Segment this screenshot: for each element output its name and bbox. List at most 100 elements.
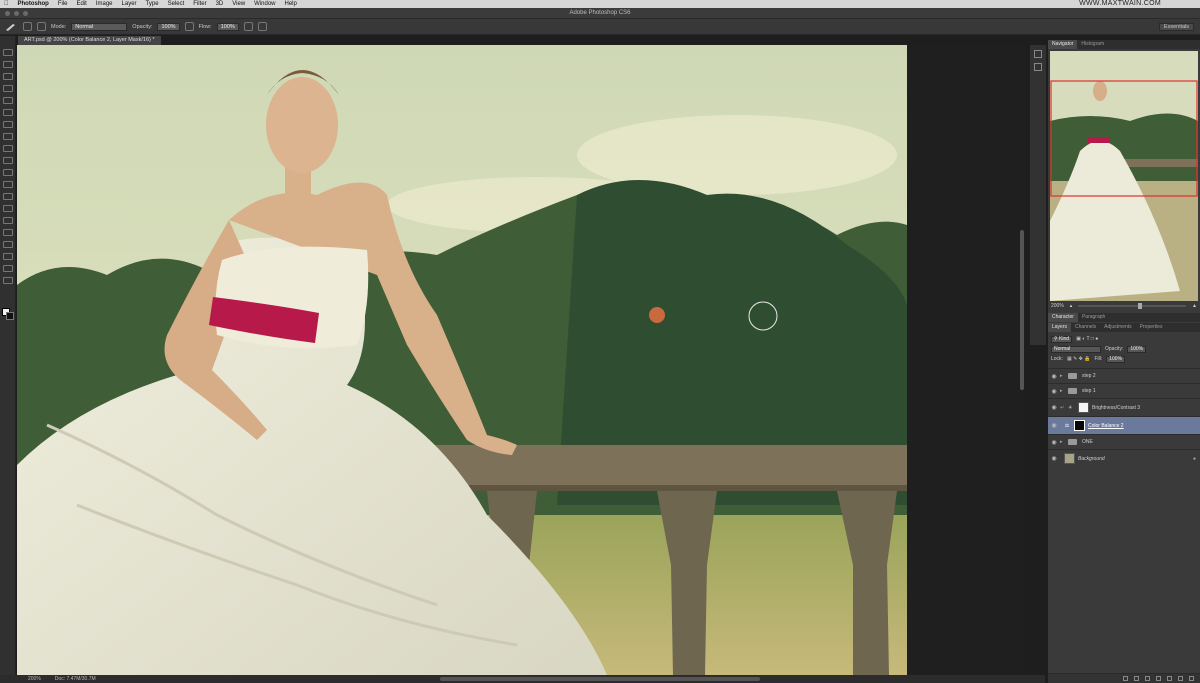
layer-style-icon[interactable] (1134, 676, 1139, 681)
visibility-eye-icon[interactable]: ◉ (1048, 455, 1060, 462)
add-mask-icon[interactable] (1145, 676, 1150, 681)
lasso-tool-icon[interactable] (2, 73, 13, 80)
mode-select[interactable]: Normal (71, 22, 128, 31)
document-canvas[interactable] (17, 45, 907, 675)
layer-row-brightness-contrast[interactable]: ◉ ↵ ☀ Brightness/Contrast 3 (1048, 398, 1200, 416)
menu-view[interactable]: View (232, 1, 245, 7)
folder-icon (1068, 388, 1077, 394)
navigator-preview[interactable] (1050, 51, 1198, 301)
healing-tool-icon[interactable] (2, 121, 13, 128)
flow-field[interactable]: 100% (216, 22, 239, 31)
link-layers-icon[interactable] (1123, 676, 1128, 681)
menu-window[interactable]: Window (254, 1, 275, 7)
expand-arrow-icon[interactable]: ▸ (1060, 439, 1068, 445)
history-brush-tool-icon[interactable] (2, 157, 13, 164)
tab-histogram[interactable]: Histogram (1077, 40, 1108, 49)
layer-row-background[interactable]: ◉ Background ● (1048, 449, 1200, 467)
marquee-tool-icon[interactable] (2, 61, 13, 68)
gradient-tool-icon[interactable] (2, 181, 13, 188)
layer-row-color-balance[interactable]: ◉ ⚖ Color Balance 2 (1048, 416, 1200, 434)
eyedropper-tool-icon[interactable] (2, 109, 13, 116)
layer-row-step-2[interactable]: ◉ ▸ step 2 (1048, 368, 1200, 383)
airbrush-icon[interactable] (243, 22, 253, 31)
status-zoom[interactable]: 200% (28, 676, 41, 682)
crop-tool-icon[interactable] (2, 97, 13, 104)
zoom-in-icon[interactable]: ▲ (1192, 303, 1197, 309)
eraser-tool-icon[interactable] (2, 169, 13, 176)
vertical-scrollbar[interactable] (1020, 230, 1024, 390)
status-doc-size[interactable]: Doc: 7.47M/30.7M (55, 676, 96, 682)
quick-select-tool-icon[interactable] (2, 85, 13, 92)
menu-help[interactable]: Help (285, 1, 297, 7)
pressure-opacity-icon[interactable] (184, 22, 194, 31)
visibility-eye-icon[interactable]: ◉ (1048, 388, 1060, 395)
navigator-zoom-value[interactable]: 200% (1051, 303, 1064, 309)
menu-edit[interactable]: Edit (77, 1, 87, 7)
tab-channels[interactable]: Channels (1071, 323, 1100, 332)
document-tab[interactable]: ART.psd @ 200% (Color Balance 2, Layer M… (18, 36, 161, 45)
brush-preset-picker[interactable] (23, 22, 32, 31)
tab-layers[interactable]: Layers (1048, 323, 1072, 332)
move-tool-icon[interactable] (2, 49, 13, 56)
brush-panel-toggle-icon[interactable] (37, 22, 46, 31)
menu-layer[interactable]: Layer (122, 1, 137, 7)
pressure-size-icon[interactable] (257, 22, 267, 31)
menu-app-name[interactable]: Photoshop (18, 1, 49, 7)
apple-icon[interactable]:  (4, 1, 9, 7)
blur-tool-icon[interactable] (2, 193, 13, 200)
navigator-zoom-slider[interactable] (1078, 303, 1187, 309)
layer-opacity-field[interactable]: 100% (1127, 345, 1147, 353)
menu-type[interactable]: Type (146, 1, 159, 7)
layer-name: Background (1078, 455, 1105, 462)
tab-navigator[interactable]: Navigator (1048, 40, 1078, 49)
layer-mask-thumbnail[interactable] (1078, 402, 1089, 413)
fill-field[interactable]: 100% (1106, 355, 1126, 363)
type-tool-icon[interactable] (2, 229, 13, 236)
new-layer-icon[interactable] (1178, 676, 1183, 681)
zoom-tool-icon[interactable] (2, 277, 13, 284)
menu-filter[interactable]: Filter (193, 1, 206, 7)
tab-character[interactable]: Character (1048, 313, 1078, 322)
zoom-out-icon[interactable]: ▴ (1070, 303, 1073, 309)
opacity-field[interactable]: 100% (157, 22, 180, 31)
tab-paragraph[interactable]: Paragraph (1078, 313, 1109, 322)
history-panel-icon[interactable] (1034, 50, 1042, 58)
new-adjustment-icon[interactable] (1156, 676, 1161, 681)
workspace-switcher[interactable]: Essentials (1158, 23, 1194, 31)
brightness-adjustment-icon: ☀ (1068, 404, 1073, 411)
tab-properties[interactable]: Properties (1136, 323, 1167, 332)
menu-image[interactable]: Image (96, 1, 113, 7)
brush-tool-icon[interactable] (2, 133, 13, 140)
menu-file[interactable]: File (58, 1, 68, 7)
dodge-tool-icon[interactable] (2, 205, 13, 212)
layer-thumbnail (1064, 453, 1075, 464)
menu-3d[interactable]: 3D (216, 1, 224, 7)
layer-row-one[interactable]: ◉ ▸ ONE (1048, 434, 1200, 449)
menu-select[interactable]: Select (168, 1, 185, 7)
layer-filter-kind[interactable]: ⚲ Kind (1051, 335, 1073, 343)
delete-layer-icon[interactable] (1189, 676, 1194, 681)
folder-icon (1068, 373, 1077, 379)
pen-tool-icon[interactable] (2, 217, 13, 224)
visibility-eye-icon[interactable]: ◉ (1048, 373, 1060, 380)
blend-mode-select[interactable]: Normal (1051, 345, 1101, 353)
layer-mask-thumbnail[interactable] (1074, 420, 1085, 431)
hand-tool-icon[interactable] (2, 265, 13, 272)
expand-arrow-icon[interactable]: ▸ (1060, 373, 1068, 379)
lock-icons[interactable]: ▦ ✎ ✥ 🔒 (1067, 356, 1091, 362)
right-panel-column: Navigator Histogram 200% ▴ ▲ Character P… (1048, 40, 1200, 683)
brush-tool-icon[interactable] (4, 22, 18, 32)
visibility-eye-icon[interactable]: ◉ (1048, 439, 1060, 446)
new-group-icon[interactable] (1167, 676, 1172, 681)
horizontal-scrollbar[interactable] (440, 677, 760, 681)
layer-row-step-1[interactable]: ◉ ▸ step 1 (1048, 383, 1200, 398)
visibility-eye-icon[interactable]: ◉ (1048, 404, 1060, 411)
path-select-tool-icon[interactable] (2, 241, 13, 248)
clone-stamp-tool-icon[interactable] (2, 145, 13, 152)
expand-arrow-icon[interactable]: ▸ (1060, 388, 1068, 394)
tab-adjustments[interactable]: Adjustments (1100, 323, 1136, 332)
shape-tool-icon[interactable] (2, 253, 13, 260)
actions-panel-icon[interactable] (1034, 63, 1042, 71)
visibility-eye-icon[interactable]: ◉ (1048, 422, 1060, 429)
background-color-swatch[interactable] (6, 312, 14, 320)
